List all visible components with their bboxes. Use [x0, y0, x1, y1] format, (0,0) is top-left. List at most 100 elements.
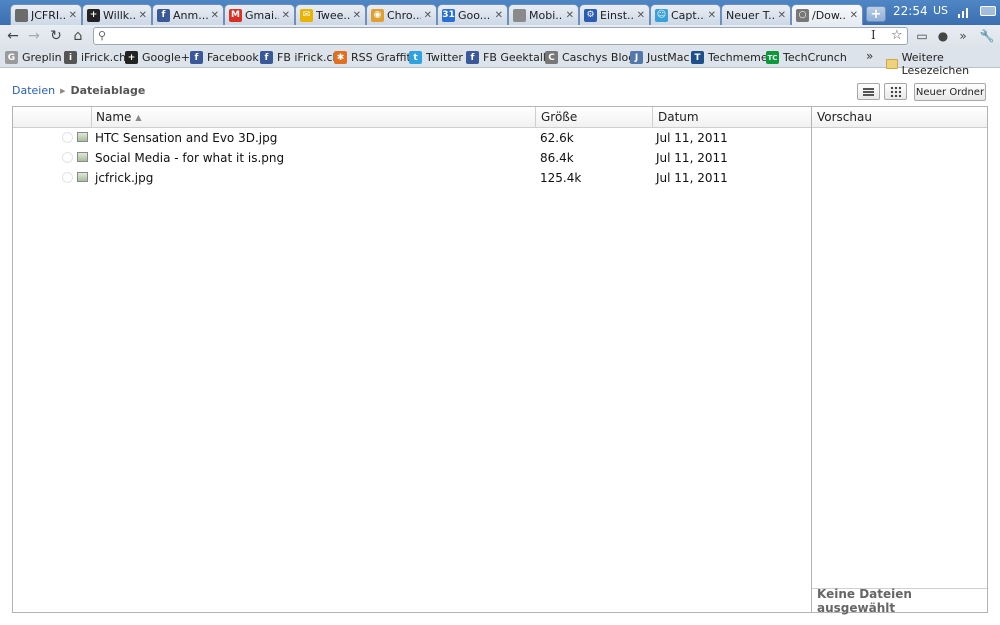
select-checkbox[interactable]	[62, 172, 73, 183]
browser-tab[interactable]: JCFRI...✕	[10, 4, 82, 25]
tab-title: Goo...	[458, 8, 491, 22]
grid-view-icon	[890, 86, 901, 97]
column-divider[interactable]	[91, 107, 92, 127]
file-date: Jul 11, 2011	[656, 150, 728, 165]
tab-title: Mobi...	[529, 8, 563, 22]
facebook-icon: f	[190, 51, 203, 64]
bookmark-item[interactable]: C Caschys Blog	[545, 51, 635, 64]
file-row[interactable]: jcfrick.jpg 125.4k Jul 11, 2011	[13, 168, 811, 187]
column-header-date[interactable]: Datum	[653, 107, 811, 127]
bookmark-label: RSS Graffiti	[351, 51, 414, 64]
bookmark-label: FB iFrick.ch	[277, 51, 340, 64]
browser-tab[interactable]: Mobi... ✕	[508, 4, 579, 25]
browser-tab[interactable]: +Willk...✕	[82, 4, 152, 25]
wrench-menu-icon[interactable]: 🔧	[979, 28, 995, 44]
file-row[interactable]: Social Media - for what it is.png 86.4k Ju…	[13, 148, 811, 167]
extension-circle-icon[interactable]: ●	[935, 28, 951, 44]
home-button[interactable]: ⌂	[70, 28, 86, 44]
bookmark-label: JustMac	[647, 51, 690, 64]
google-calendar-icon: 31	[442, 8, 455, 22]
tab-close-icon[interactable]: ✕	[211, 10, 219, 21]
tab-close-icon[interactable]: ✕	[637, 10, 645, 21]
ifrick-icon: i	[64, 51, 77, 64]
tab-close-icon[interactable]: ✕	[708, 10, 716, 21]
list-view-button[interactable]	[857, 83, 880, 100]
search-icon: ⚲	[98, 29, 107, 42]
bookmark-item[interactable]: + Google+	[125, 51, 190, 64]
bookmark-item[interactable]: J JustMac	[630, 51, 690, 64]
file-name: Social Media - for what it is.png	[95, 150, 285, 165]
gmail-icon: M	[229, 8, 242, 22]
omnibox[interactable]: ⚲ I ☆	[93, 27, 908, 45]
bookmark-item[interactable]: ✱ RSS Graffiti	[334, 51, 414, 64]
browser-tab[interactable]: ☺ Capt... ✕	[650, 4, 721, 25]
select-checkbox[interactable]	[62, 152, 73, 163]
google-plus-icon: +	[87, 8, 100, 22]
tab-close-icon[interactable]: ✕	[139, 10, 147, 21]
bookmark-item[interactable]: t Twitter	[409, 51, 463, 64]
file-row[interactable]: HTC Sensation and Evo 3D.jpg 62.6k Jul 11,…	[13, 128, 811, 147]
facebook-icon: f	[157, 8, 170, 22]
bookmark-item[interactable]: f FB Geektalk	[466, 51, 549, 64]
bookmark-item[interactable]: TC TechCrunch	[766, 51, 847, 64]
battery-icon[interactable]	[980, 6, 996, 16]
keyboard-layout-indicator[interactable]: US	[933, 4, 948, 17]
address-input[interactable]	[114, 29, 864, 43]
greplin-icon: G	[5, 51, 18, 64]
grid-view-button[interactable]	[884, 83, 907, 100]
bookmarks-overflow-button[interactable]: »	[866, 49, 873, 63]
bookmark-label: iFrick.ch	[81, 51, 127, 64]
tab-close-icon[interactable]: ✕	[69, 10, 77, 21]
file-list-header: Name ▲ Größe Datum	[13, 107, 811, 128]
other-bookmarks-button[interactable]: Weitere Lesezeichen	[886, 51, 1000, 77]
instapaper-icon[interactable]: I	[871, 28, 876, 42]
browser-toolbar: ← → ↻ ⌂ ⚲ I ☆ ▭ ● » 🔧	[0, 25, 1000, 47]
file-list-pane: Name ▲ Größe Datum HTC Sensation and Evo…	[12, 106, 988, 615]
network-signal-icon[interactable]	[957, 6, 971, 18]
tab-title: Capt...	[671, 8, 705, 22]
tab-close-icon[interactable]: ✕	[424, 10, 432, 21]
new-folder-button[interactable]: Neuer Ordner	[914, 83, 986, 101]
bookmark-item[interactable]: i iFrick.ch	[64, 51, 126, 64]
tab-close-icon[interactable]: ✕	[282, 10, 290, 21]
breadcrumb: Dateien ▶ Dateiablage	[12, 84, 145, 97]
back-button[interactable]: ←	[5, 28, 21, 44]
bookmark-star-icon[interactable]: ☆	[891, 28, 903, 43]
new-tab-button[interactable]: +	[866, 6, 886, 22]
select-checkbox[interactable]	[62, 132, 73, 143]
column-header-name[interactable]: Name ▲	[91, 107, 536, 127]
browser-tab[interactable]: Neuer T... ✕	[721, 4, 791, 25]
image-file-icon	[77, 152, 88, 162]
tab-close-icon[interactable]: ✕	[850, 10, 858, 21]
folder-icon	[886, 59, 898, 69]
tab-close-icon[interactable]: ✕	[566, 10, 574, 21]
preview-status: Keine Dateien ausgewählt	[812, 587, 987, 615]
browser-tab[interactable]: ⚙Einst...✕	[579, 4, 650, 25]
browser-tab[interactable]: ✉Twee...✕	[295, 4, 366, 25]
home-icon: ⌂	[73, 28, 83, 44]
forward-button[interactable]: →	[26, 28, 42, 44]
extension-reader-icon[interactable]: ▭	[914, 28, 930, 44]
browser-tab[interactable]: MGmai...✕	[224, 4, 295, 25]
breadcrumb-root-link[interactable]: Dateien	[12, 84, 55, 97]
tab-close-icon[interactable]: ✕	[778, 10, 786, 21]
apple-icon	[513, 8, 526, 22]
browser-tab[interactable]: ○/Dow... ✕	[791, 4, 863, 25]
browser-tab[interactable]: ◉ Chro... ✕	[366, 4, 437, 25]
extensions-overflow-icon[interactable]: »	[955, 28, 971, 44]
browser-tab[interactable]: 31 Goo... ✕	[437, 4, 508, 25]
bookmark-item[interactable]: f Facebook	[190, 51, 259, 64]
bookmark-item[interactable]: T Techmeme	[691, 51, 768, 64]
justmac-icon: J	[630, 51, 643, 64]
facebook-icon: f	[466, 51, 479, 64]
browser-tab[interactable]: f Anm... ✕	[152, 4, 224, 25]
tab-close-icon[interactable]: ✕	[353, 10, 361, 21]
tab-title: JCFRI...	[31, 8, 66, 22]
column-header-size[interactable]: Größe	[536, 107, 653, 127]
bookmark-item[interactable]: f FB iFrick.ch	[260, 51, 339, 64]
list-view-icon	[863, 87, 874, 96]
file-size: 125.4k	[540, 170, 582, 185]
tab-close-icon[interactable]: ✕	[495, 10, 503, 21]
bookmark-item[interactable]: G Greplin	[5, 51, 62, 64]
reload-button[interactable]: ↻	[48, 28, 64, 44]
